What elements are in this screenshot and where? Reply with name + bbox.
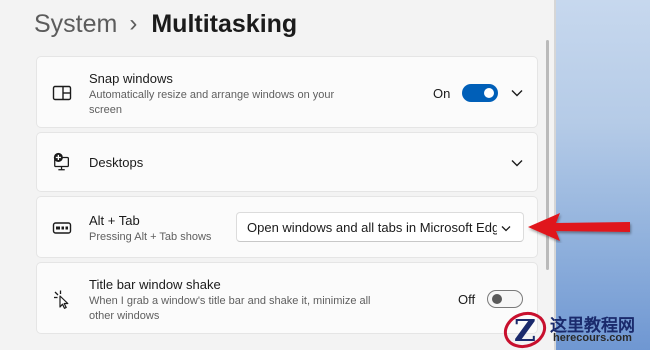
page-title: Multitasking (151, 9, 298, 38)
watermark-url: herecours.com (553, 332, 632, 344)
svg-text:Z: Z (514, 314, 536, 349)
title-bar-shake-description: When I grab a window's title bar and sha… (89, 295, 371, 322)
title-bar-shake-card: Title bar window shake When I grab a win… (36, 262, 538, 334)
chevron-down-icon (498, 220, 514, 236)
alt-tab-icon (52, 218, 72, 238)
chevron-down-icon[interactable] (509, 85, 525, 101)
title-bar-shake-toggle[interactable] (487, 290, 523, 308)
alt-tab-title: Alt + Tab (89, 213, 140, 228)
title-bar-shake-toggle-state: Off (458, 292, 476, 307)
desktop-background (556, 0, 650, 350)
breadcrumb-separator: › (129, 10, 138, 37)
annotation-arrow (526, 211, 634, 248)
breadcrumb-system[interactable]: System (34, 10, 117, 39)
snap-windows-description: Automatically resize and arrange windows… (89, 89, 335, 116)
snap-windows-title: Snap windows (89, 71, 173, 86)
alt-tab-dropdown[interactable]: Open windows and all tabs in Microsoft E… (236, 212, 524, 242)
snap-windows-card[interactable]: Snap windows Automatically resize and ar… (36, 56, 538, 128)
toggle-knob (492, 294, 502, 304)
chevron-down-icon[interactable] (509, 155, 525, 171)
alt-tab-selected-value: Open windows and all tabs in Microsoft E… (247, 220, 497, 235)
watermark-logo: Z (503, 311, 547, 349)
title-bar-shake-title: Title bar window shake (89, 277, 221, 292)
virtual-desktop-icon (52, 152, 72, 172)
breadcrumb: System › Multitasking (34, 8, 297, 40)
watermark: Z 这里教程网 herecours.com (498, 308, 650, 350)
shake-cursor-icon (52, 289, 72, 309)
alt-tab-card: Alt + Tab Pressing Alt + Tab shows Open … (36, 196, 538, 258)
toggle-knob (484, 88, 494, 98)
desktops-title: Desktops (89, 155, 144, 170)
snap-windows-toggle-state: On (433, 86, 451, 101)
snap-layout-icon (52, 83, 72, 103)
desktops-card[interactable]: Desktops (36, 132, 538, 192)
settings-pane: System › Multitasking Snap windows Autom… (0, 0, 556, 350)
snap-windows-toggle[interactable] (462, 84, 498, 102)
alt-tab-description: Pressing Alt + Tab shows (89, 231, 212, 243)
